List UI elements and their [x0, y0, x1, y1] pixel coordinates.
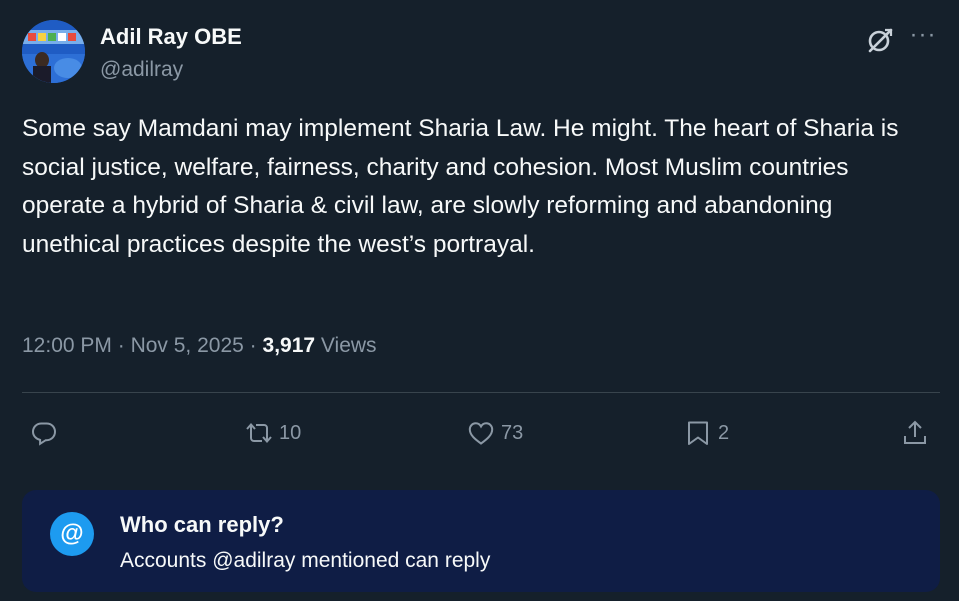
tweet-card: Adil Ray OBE @adilray ··· Some say Mamda…: [0, 0, 959, 601]
reply-icon: [30, 419, 58, 447]
at-icon: @: [50, 512, 94, 556]
repost-icon: [245, 419, 273, 447]
tweet-time[interactable]: 12:00 PM: [22, 334, 112, 357]
more-icon[interactable]: ···: [908, 23, 938, 53]
author-handle[interactable]: @adilray: [100, 58, 183, 82]
reply-restriction-title: Who can reply?: [120, 512, 284, 537]
like-count: 73: [501, 421, 524, 444]
reply-restriction-box: @ Who can reply? Accounts @adilray menti…: [22, 490, 940, 592]
bookmark-button[interactable]: 2: [684, 418, 729, 448]
author-display-name[interactable]: Adil Ray OBE: [100, 24, 242, 50]
avatar[interactable]: [22, 20, 85, 83]
reply-restriction-subtitle: Accounts @adilray mentioned can reply: [120, 549, 491, 572]
views-label: Views: [320, 334, 377, 357]
views-count: 3,917: [262, 334, 316, 357]
tweet-date[interactable]: Nov 5, 2025: [131, 334, 244, 357]
tweet-meta: 12:00 PM · Nov 5, 2025 · 3,917 Views: [22, 334, 377, 358]
repost-count: 10: [279, 421, 302, 444]
share-icon: [901, 419, 929, 447]
repost-button[interactable]: 10: [245, 418, 301, 448]
divider: [22, 392, 940, 393]
bookmark-count: 2: [718, 421, 730, 444]
tweet-text: Some say Mamdani may implement Sharia La…: [22, 115, 899, 258]
meta-separator: ·: [249, 334, 257, 357]
bookmark-icon: [684, 419, 712, 447]
heart-icon: [467, 419, 495, 447]
meta-separator: ·: [117, 334, 125, 357]
share-button[interactable]: [901, 418, 935, 448]
reply-button[interactable]: [30, 418, 64, 448]
like-button[interactable]: 73: [467, 418, 523, 448]
avatar-image: [22, 20, 85, 83]
grok-icon[interactable]: [866, 26, 894, 54]
